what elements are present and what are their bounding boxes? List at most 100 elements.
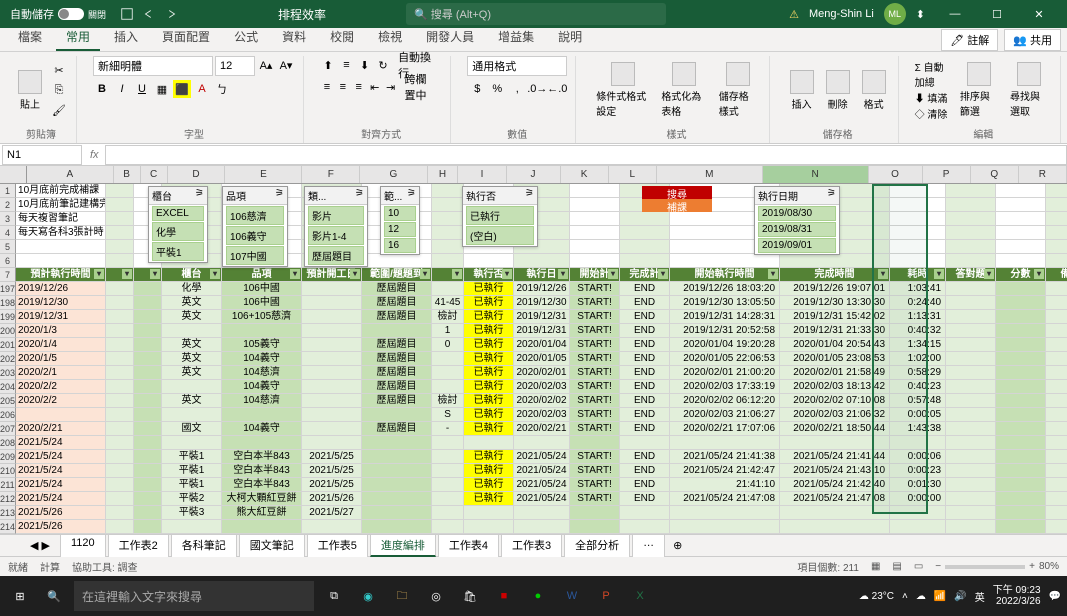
row-header[interactable]: 202	[0, 352, 16, 366]
redo-icon[interactable]	[164, 7, 178, 21]
table-header[interactable]: 答對題	[946, 268, 996, 282]
tab-view[interactable]: 檢視	[368, 24, 412, 51]
row-header[interactable]: 211	[0, 478, 16, 492]
sheet-tab[interactable]: 國文筆記	[239, 534, 305, 557]
row-header[interactable]: 208	[0, 436, 16, 450]
sheet-tab[interactable]: 工作表4	[438, 534, 499, 557]
slicer-item[interactable]: 平裝1	[152, 242, 204, 261]
col-header[interactable]: H	[428, 166, 459, 183]
sheet-tab[interactable]: 1120	[60, 534, 106, 557]
view-layout-icon[interactable]: ▤	[892, 561, 901, 572]
slicer-range[interactable]: 範...⚞ 10 12 16	[380, 186, 420, 255]
col-header[interactable]: F	[302, 166, 360, 183]
row-header[interactable]: 214	[0, 520, 16, 534]
slicer-item[interactable]: 10	[384, 206, 416, 221]
edge-icon[interactable]: ◉	[354, 582, 382, 610]
tab-formulas[interactable]: 公式	[224, 24, 268, 51]
row-header[interactable]: 200	[0, 324, 16, 338]
tab-layout[interactable]: 頁面配置	[152, 24, 220, 51]
tab-review[interactable]: 校閱	[320, 24, 364, 51]
size-combo[interactable]	[215, 56, 255, 76]
word-icon[interactable]: W	[558, 582, 586, 610]
dec-decimal-icon[interactable]: ←.0	[548, 80, 566, 98]
tab-addins[interactable]: 增益集	[488, 24, 544, 51]
align-bot-icon[interactable]: ⬇	[357, 56, 373, 74]
sort-filter-button[interactable]: 排序與篩選	[956, 60, 1002, 120]
find-select-button[interactable]: 尋找與選取	[1006, 60, 1052, 120]
col-header[interactable]: Q	[971, 166, 1019, 183]
name-box[interactable]: N1	[2, 145, 82, 165]
slicer-item[interactable]: 已執行	[466, 206, 534, 225]
store-icon[interactable]: 🛍	[456, 582, 484, 610]
decrease-font-icon[interactable]: A▾	[277, 56, 295, 74]
row-header[interactable]: 1	[0, 184, 16, 198]
fill-button[interactable]: ⬇ 填滿	[915, 90, 952, 105]
ime-indicator[interactable]: 英	[975, 589, 985, 604]
slicer-category[interactable]: 類...⚞ 影片 影片1-4 歷屆題目	[304, 186, 368, 267]
row-header[interactable]: 199	[0, 310, 16, 324]
comma-icon[interactable]: ,	[508, 80, 526, 98]
filter-icon[interactable]: ⚞	[275, 188, 284, 203]
user-name[interactable]: Meng-Shin Li	[809, 8, 874, 20]
row-header[interactable]: 204	[0, 380, 16, 394]
sheet-tab[interactable]: 工作表5	[307, 534, 368, 557]
col-header[interactable]: O	[869, 166, 923, 183]
view-normal-icon[interactable]: ▦	[871, 561, 880, 572]
explorer-icon[interactable]: 🗀	[388, 582, 416, 610]
save-icon[interactable]	[120, 7, 134, 21]
slicer-desk[interactable]: 櫃台⚞ EXCEL 化學 平裝1	[148, 186, 208, 263]
slicer-item[interactable]: 2019/08/31	[758, 222, 836, 237]
col-header[interactable]: N	[763, 166, 869, 183]
maximize-button[interactable]: ☐	[977, 0, 1017, 28]
filter-icon[interactable]: ⚞	[195, 188, 204, 203]
taskbar-search[interactable]: 在這裡輸入文字來搜尋	[74, 581, 314, 611]
align-right-icon[interactable]: ≡	[352, 78, 366, 96]
border-icon[interactable]: ▦	[153, 80, 171, 98]
tab-help[interactable]: 說明	[548, 24, 592, 51]
line-icon[interactable]: ●	[524, 582, 552, 610]
table-header[interactable]: 執行否	[464, 268, 514, 282]
tab-insert[interactable]: 插入	[104, 24, 148, 51]
row-header[interactable]: 210	[0, 464, 16, 478]
minimize-button[interactable]: —	[935, 0, 975, 28]
col-header[interactable]: C	[141, 166, 168, 183]
col-header[interactable]: J	[507, 166, 561, 183]
table-header[interactable]: 預計執行時間	[16, 268, 106, 282]
sheet-tab[interactable]: 各科筆記	[171, 534, 237, 557]
select-all-corner[interactable]	[0, 166, 27, 183]
format-painter-icon[interactable]: 🖌	[50, 101, 68, 119]
tab-home[interactable]: 常用	[56, 24, 100, 51]
cell-styles-button[interactable]: 儲存格樣式	[715, 60, 761, 120]
col-header[interactable]: I	[458, 166, 506, 183]
phonetic-icon[interactable]: ㄅ	[213, 80, 231, 98]
zoom-value[interactable]: 80%	[1039, 561, 1059, 572]
fx-icon[interactable]: fx	[84, 149, 105, 161]
formula-input[interactable]	[105, 145, 1067, 165]
inc-decimal-icon[interactable]: .0→	[528, 80, 546, 98]
delete-cells-button[interactable]: 刪除	[822, 68, 854, 113]
row-header[interactable]: 4	[0, 226, 16, 240]
row-header[interactable]: 5	[0, 240, 16, 254]
insert-cells-button[interactable]: 插入	[786, 68, 818, 113]
new-sheet-button[interactable]: ⊕	[673, 539, 682, 552]
slicer-item[interactable]: 化學	[152, 222, 204, 241]
row-header[interactable]: 2	[0, 198, 16, 212]
warning-icon[interactable]: ⚠	[789, 8, 799, 21]
close-button[interactable]: ✕	[1019, 0, 1059, 28]
slicer-item[interactable]: 106義守	[226, 226, 284, 245]
currency-icon[interactable]: $	[468, 80, 486, 98]
orientation-icon[interactable]: ↻	[375, 56, 391, 74]
tab-data[interactable]: 資料	[272, 24, 316, 51]
font-combo[interactable]	[93, 56, 213, 76]
row-header[interactable]: 198	[0, 296, 16, 310]
slicer-item-type[interactable]: 品項⚞ 106慈濟 106義守 107中國	[222, 186, 288, 267]
table-header[interactable]: 分數	[996, 268, 1046, 282]
row-header[interactable]: 203	[0, 366, 16, 380]
start-button[interactable]: ⊞	[6, 582, 34, 610]
copy-icon[interactable]: ⎘	[50, 81, 68, 99]
col-header[interactable]: B	[114, 166, 141, 183]
autosave-toggle[interactable]: 自動儲存 關閉	[4, 6, 112, 22]
increase-font-icon[interactable]: A▴	[257, 56, 275, 74]
row-header[interactable]: 3	[0, 212, 16, 226]
table-header[interactable]: 開始計	[570, 268, 620, 282]
